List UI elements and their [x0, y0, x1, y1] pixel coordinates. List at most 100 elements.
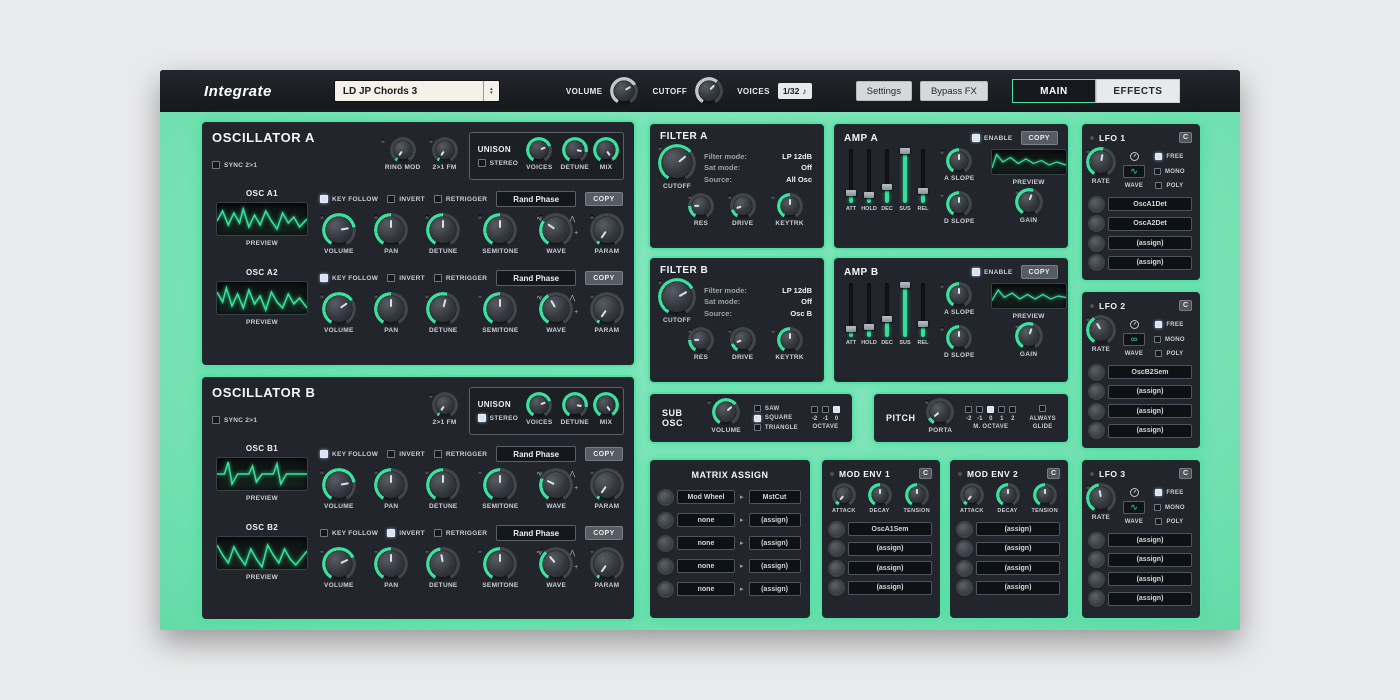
- preset-spinner-icon[interactable]: ▴ ▾: [483, 81, 499, 101]
- res-knob[interactable]: [692, 197, 710, 215]
- param-knob[interactable]: [594, 296, 620, 322]
- saw-checkbox[interactable]: [754, 405, 761, 412]
- matrix-amount-knob[interactable]: [659, 583, 672, 596]
- tempo-sync-clock-icon[interactable]: [1130, 320, 1139, 329]
- matrix-source-dropdown[interactable]: none: [677, 559, 735, 573]
- volume-knob[interactable]: [326, 217, 352, 243]
- matrix-target-dropdown[interactable]: (assign): [749, 559, 801, 573]
- settings-button[interactable]: Settings: [856, 81, 912, 101]
- copy-button[interactable]: COPY: [1021, 265, 1058, 279]
- key-follow-checkbox[interactable]: [320, 450, 328, 458]
- lfo-target-amount-knob[interactable]: [1090, 553, 1103, 566]
- detune-knob[interactable]: [430, 296, 456, 322]
- lfo-target-dropdown[interactable]: OscA2Det: [1108, 217, 1192, 231]
- env-target-amount-knob[interactable]: [830, 562, 843, 575]
- matrix-amount-knob[interactable]: [659, 560, 672, 573]
- lfo-target-amount-knob[interactable]: [1090, 256, 1103, 269]
- semitone-knob[interactable]: [487, 217, 513, 243]
- gain-knob[interactable]: [1019, 326, 1039, 346]
- matrix-source-dropdown[interactable]: none: [677, 536, 735, 550]
- unison-voices-knob[interactable]: [530, 396, 548, 414]
- poly-checkbox[interactable]: [1155, 350, 1162, 357]
- detune-knob[interactable]: [430, 472, 456, 498]
- wave-knob[interactable]: [543, 217, 569, 243]
- phase-mode-dropdown[interactable]: Rand Phase: [496, 525, 576, 541]
- sus-slider[interactable]: [899, 149, 911, 203]
- key-follow-checkbox[interactable]: [320, 274, 328, 282]
- matrix-source-dropdown[interactable]: none: [677, 513, 735, 527]
- lfo-target-amount-knob[interactable]: [1090, 592, 1103, 605]
- invert-checkbox[interactable]: [387, 450, 395, 458]
- invert-checkbox[interactable]: [387, 274, 395, 282]
- lfo-target-dropdown[interactable]: (assign): [1108, 256, 1192, 270]
- rate-knob[interactable]: [1090, 319, 1112, 341]
- free-checkbox[interactable]: [1155, 153, 1162, 160]
- env-target-amount-knob[interactable]: [958, 581, 971, 594]
- lfo-wave-selector[interactable]: ∿: [1123, 165, 1145, 178]
- lfo-target-amount-knob[interactable]: [1090, 217, 1103, 230]
- a-slope-knob[interactable]: [950, 152, 968, 170]
- copy-badge-button[interactable]: C: [1179, 468, 1192, 479]
- drive-knob[interactable]: [734, 197, 752, 215]
- octave-minus2-box[interactable]: [811, 406, 818, 413]
- lfo-target-amount-knob[interactable]: [1090, 534, 1103, 547]
- att-slider[interactable]: [845, 149, 857, 203]
- wave-knob[interactable]: [543, 551, 569, 577]
- lfo-target-amount-knob[interactable]: [1090, 573, 1103, 586]
- tab-main[interactable]: MAIN: [1012, 79, 1096, 103]
- sync-2-1-checkbox[interactable]: [212, 416, 220, 424]
- hold-slider[interactable]: [863, 283, 875, 337]
- lfo-target-dropdown[interactable]: (assign): [1108, 533, 1192, 547]
- lfo-target-amount-knob[interactable]: [1090, 237, 1103, 250]
- copy-badge-button[interactable]: C: [919, 468, 932, 479]
- lfo-target-dropdown[interactable]: (assign): [1108, 572, 1192, 586]
- env-target-dropdown[interactable]: (assign): [848, 561, 932, 575]
- tension-knob[interactable]: [1037, 487, 1053, 503]
- square-checkbox[interactable]: [754, 415, 761, 422]
- matrix-target-dropdown[interactable]: (assign): [749, 513, 801, 527]
- copy-button[interactable]: COPY: [585, 271, 622, 285]
- a-slope-knob[interactable]: [950, 286, 968, 304]
- retrigger-checkbox[interactable]: [434, 195, 442, 203]
- res-knob[interactable]: [692, 331, 710, 349]
- rel-slider[interactable]: [917, 149, 929, 203]
- free-checkbox[interactable]: [1155, 489, 1162, 496]
- ring-mod-knob[interactable]: [394, 141, 412, 159]
- volume-knob[interactable]: [326, 551, 352, 577]
- voices-value-box[interactable]: 1/32 ♪: [778, 83, 812, 99]
- retrigger-checkbox[interactable]: [434, 529, 442, 537]
- wave-knob[interactable]: [543, 472, 569, 498]
- tempo-sync-clock-icon[interactable]: [1130, 488, 1139, 497]
- retrigger-checkbox[interactable]: [434, 450, 442, 458]
- lfo-target-amount-knob[interactable]: [1090, 198, 1103, 211]
- env-target-amount-knob[interactable]: [958, 542, 971, 555]
- enable-checkbox[interactable]: [972, 134, 980, 142]
- lfo-target-dropdown[interactable]: OscB2Sem: [1108, 365, 1192, 379]
- cutoff-knob[interactable]: [662, 282, 692, 312]
- key-follow-checkbox[interactable]: [320, 529, 328, 537]
- detune-knob[interactable]: [430, 217, 456, 243]
- dec-slider[interactable]: [881, 149, 893, 203]
- hold-slider[interactable]: [863, 149, 875, 203]
- lfo-target-amount-knob[interactable]: [1090, 385, 1103, 398]
- drive-knob[interactable]: [734, 331, 752, 349]
- matrix-amount-knob[interactable]: [659, 514, 672, 527]
- porta-knob[interactable]: [930, 402, 950, 422]
- bypass-fx-button[interactable]: Bypass FX: [920, 81, 988, 101]
- attack-knob[interactable]: [836, 487, 852, 503]
- mono-checkbox[interactable]: [1154, 336, 1161, 343]
- stereo-checkbox[interactable]: [478, 159, 486, 167]
- volume-knob[interactable]: [326, 472, 352, 498]
- rel-slider[interactable]: [917, 283, 929, 337]
- pan-knob[interactable]: [378, 296, 404, 322]
- fm-knob[interactable]: [436, 396, 454, 414]
- env-target-dropdown[interactable]: (assign): [976, 561, 1060, 575]
- matrix-amount-knob[interactable]: [659, 537, 672, 550]
- copy-badge-button[interactable]: C: [1047, 468, 1060, 479]
- env-target-amount-knob[interactable]: [830, 581, 843, 594]
- env-target-amount-knob[interactable]: [958, 562, 971, 575]
- lfo-target-dropdown[interactable]: (assign): [1108, 385, 1192, 399]
- poly-checkbox[interactable]: [1155, 182, 1162, 189]
- copy-button[interactable]: COPY: [585, 447, 622, 461]
- detune-knob[interactable]: [430, 551, 456, 577]
